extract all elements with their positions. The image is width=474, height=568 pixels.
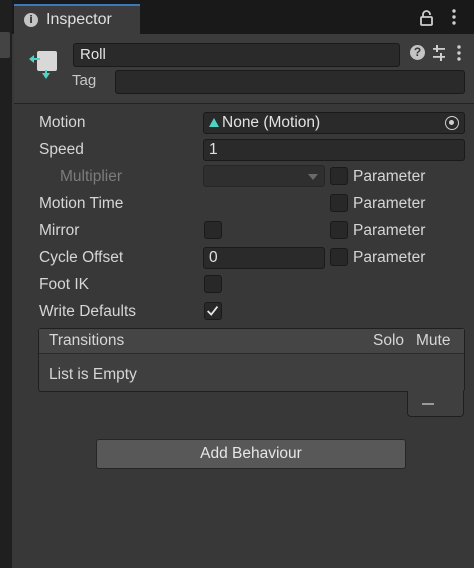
left-panel-edge <box>0 0 12 568</box>
tab-inspector-label: Inspector <box>46 11 112 28</box>
transitions-title: Transitions <box>49 332 125 349</box>
motion-label: Motion <box>39 114 86 131</box>
list-empty-text: List is Empty <box>49 366 137 383</box>
motion-clip-icon <box>209 118 219 127</box>
multiplier-dropdown[interactable] <box>203 165 325 187</box>
kebab-menu-icon[interactable] <box>456 44 462 62</box>
tag-field[interactable] <box>115 70 465 94</box>
left-panel-scroll-notch <box>0 32 10 58</box>
foot-ik-checkbox[interactable] <box>204 275 222 293</box>
multiplier-parameter-label: Parameter <box>353 168 426 185</box>
remove-transition-button[interactable] <box>407 391 464 417</box>
animator-state-icon <box>29 51 57 79</box>
checkmark-icon <box>207 306 219 316</box>
motion-field[interactable]: None (Motion) <box>203 112 465 134</box>
multiplier-parameter-checkbox[interactable] <box>330 167 348 185</box>
cycle-offset-parameter-label: Parameter <box>353 249 426 266</box>
mirror-parameter-checkbox[interactable] <box>330 221 348 239</box>
write-defaults-label: Write Defaults <box>39 303 137 320</box>
minus-icon <box>422 403 434 405</box>
motion-time-parameter-checkbox[interactable] <box>330 194 348 212</box>
speed-label: Speed <box>39 141 84 158</box>
lock-icon[interactable] <box>420 10 433 26</box>
solo-column-header: Solo <box>373 332 405 349</box>
info-icon: i <box>24 13 38 27</box>
foot-ik-label: Foot IK <box>39 276 89 293</box>
multiplier-label: Multiplier <box>60 168 123 185</box>
write-defaults-checkbox[interactable] <box>204 302 222 320</box>
mirror-parameter-label: Parameter <box>353 222 426 239</box>
motion-value: None (Motion) <box>222 114 321 131</box>
tab-inspector[interactable]: i Inspector <box>14 4 140 34</box>
speed-field[interactable]: 1 <box>203 139 465 161</box>
state-name-field[interactable]: Roll <box>73 43 400 67</box>
tag-label: Tag <box>72 72 97 89</box>
preset-sliders-icon[interactable] <box>432 45 446 61</box>
mirror-label: Mirror <box>39 222 80 239</box>
motion-time-parameter-label: Parameter <box>353 195 426 212</box>
mirror-checkbox[interactable] <box>204 221 222 239</box>
cycle-offset-field[interactable]: 0 <box>203 247 325 269</box>
add-behaviour-button[interactable]: Add Behaviour <box>96 439 406 469</box>
kebab-menu-icon[interactable] <box>451 8 457 26</box>
motion-time-label: Motion Time <box>39 195 124 212</box>
chevron-down-icon <box>308 174 318 180</box>
object-picker-icon[interactable] <box>445 116 459 130</box>
mute-column-header: Mute <box>416 332 451 349</box>
cycle-offset-parameter-checkbox[interactable] <box>330 248 348 266</box>
cycle-offset-label: Cycle Offset <box>39 249 124 266</box>
help-icon[interactable]: ? <box>410 45 425 60</box>
